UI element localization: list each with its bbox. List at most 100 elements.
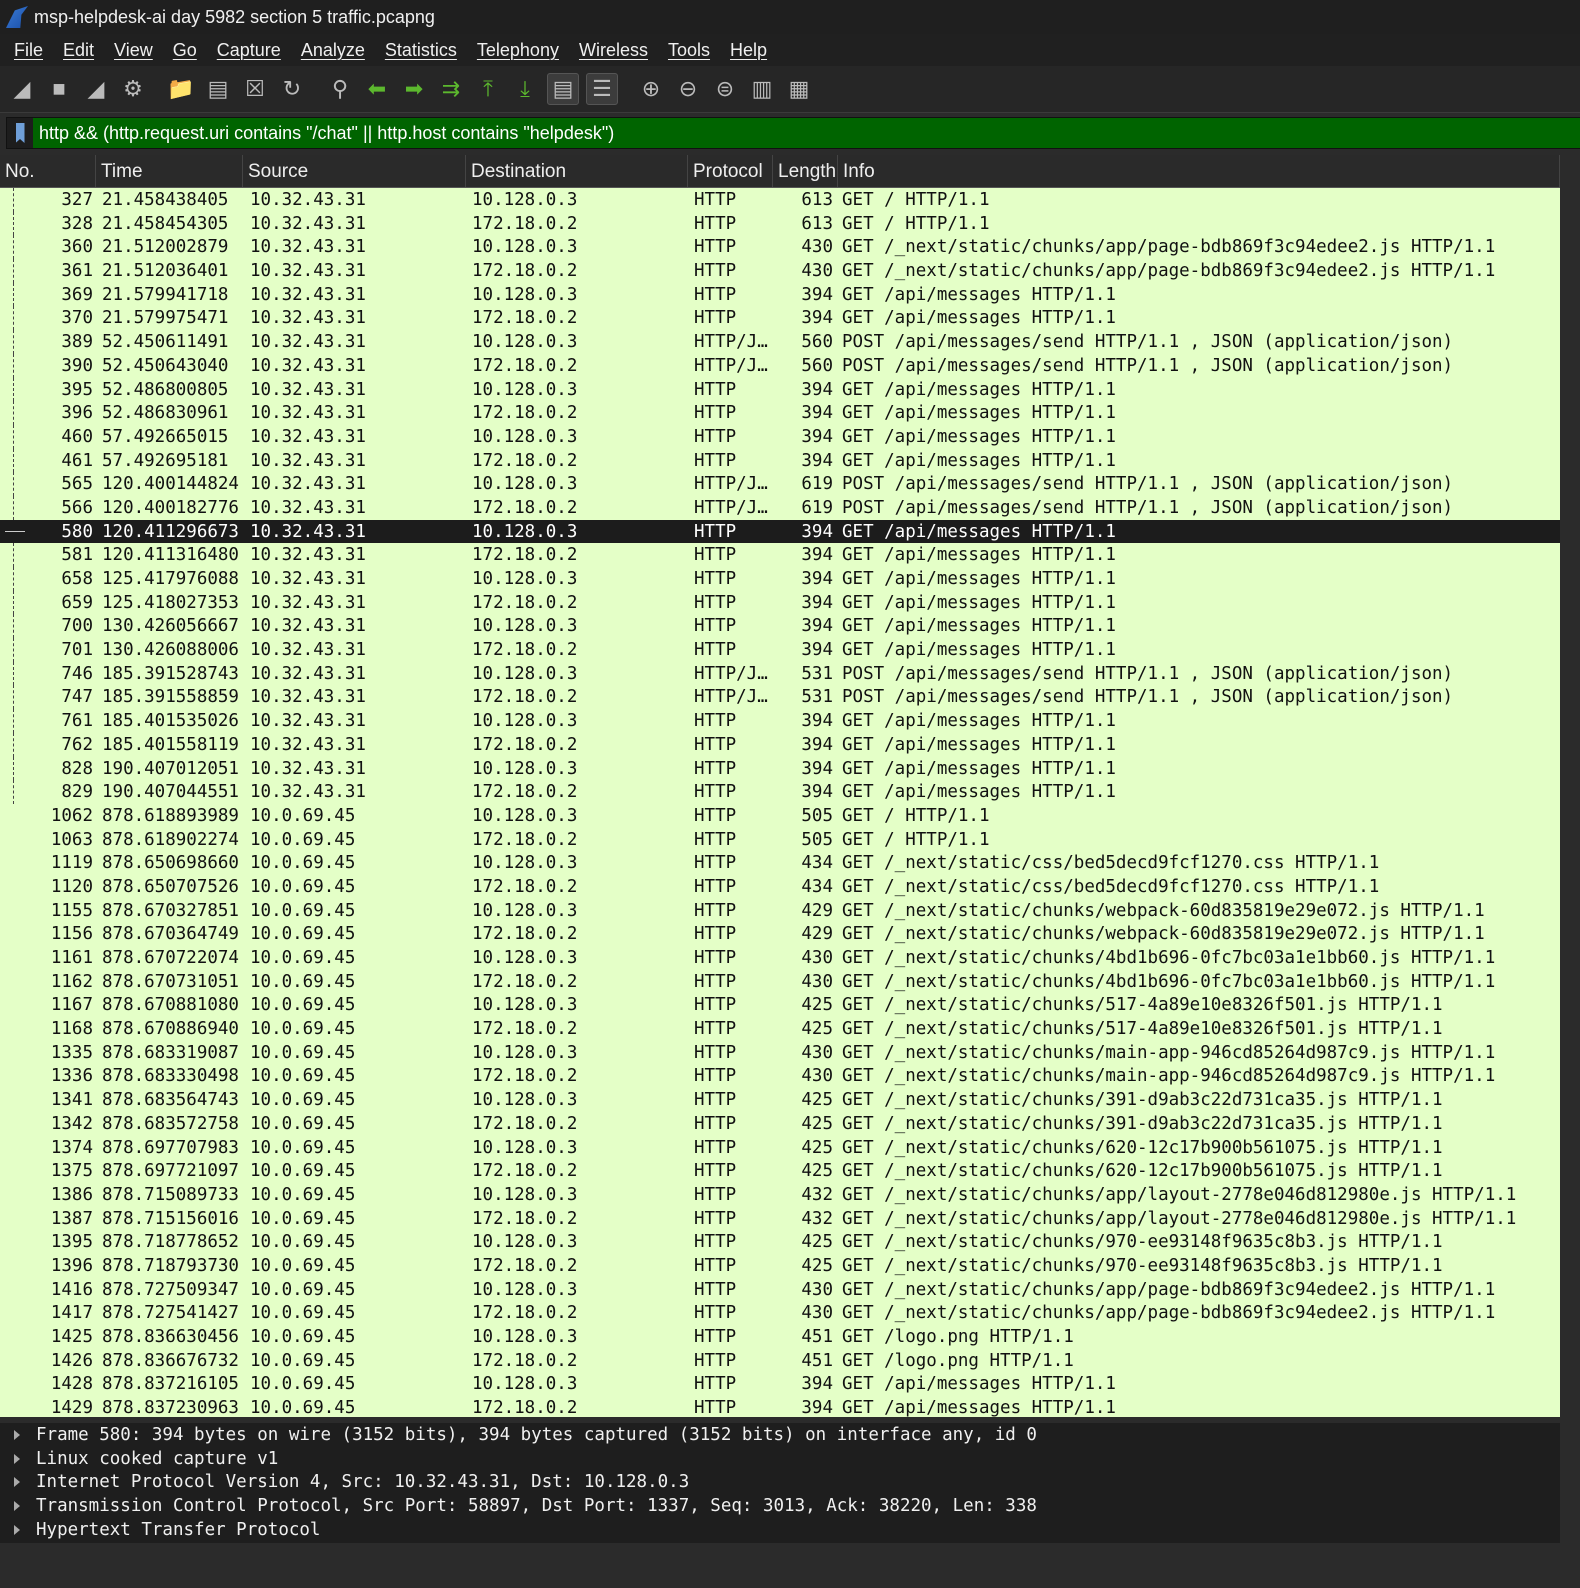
expand-arrow-icon[interactable] xyxy=(14,1500,20,1511)
column-header-time[interactable]: Time xyxy=(96,155,243,187)
expand-arrow-icon[interactable] xyxy=(14,1429,20,1440)
detail-tree-item[interactable]: Transmission Control Protocol, Src Port:… xyxy=(0,1494,1560,1518)
zoom-in-icon[interactable]: ⊕ xyxy=(636,74,666,104)
go-last-icon[interactable]: ⤓ xyxy=(510,74,540,104)
packet-row[interactable]: 828 190.407012051 10.32.43.31 10.128.0.3 HTT… xyxy=(0,756,1560,781)
find-packet-icon[interactable]: ⚲ xyxy=(325,74,355,104)
packet-row[interactable]: 1416 878.727509347 10.0.69.45 10.128.0.3 HTT… xyxy=(0,1278,1560,1302)
display-filter-input[interactable] xyxy=(33,118,1580,148)
expand-arrow-icon[interactable] xyxy=(14,1477,20,1488)
zoom-out-icon[interactable]: ⊖ xyxy=(673,74,703,104)
packet-row[interactable]: 566 120.400182776 10.32.43.31 172.18.0.2 HTT… xyxy=(0,495,1560,520)
open-file-icon[interactable]: 📁 xyxy=(166,74,196,104)
expand-arrow-icon[interactable] xyxy=(14,1453,20,1464)
packet-row[interactable]: 1387 878.715156016 10.0.69.45 172.18.0.2 HTT… xyxy=(0,1207,1560,1231)
menu-edit[interactable]: Edit xyxy=(63,40,94,61)
packet-row[interactable]: 1375 878.697721097 10.0.69.45 172.18.0.2 HTT… xyxy=(0,1159,1560,1183)
packet-row[interactable]: 395 52.486800805 10.32.43.31 10.128.0.3 HTTP… xyxy=(0,377,1560,402)
close-file-icon[interactable]: ☒ xyxy=(240,74,270,104)
menu-capture[interactable]: Capture xyxy=(217,40,281,61)
packet-row[interactable]: 1336 878.683330498 10.0.69.45 172.18.0.2 HTT… xyxy=(0,1064,1560,1088)
packet-row[interactable]: 1156 878.670364749 10.0.69.45 172.18.0.2 HTT… xyxy=(0,922,1560,946)
menu-statistics[interactable]: Statistics xyxy=(385,40,457,61)
packet-row[interactable]: 1341 878.683564743 10.0.69.45 10.128.0.3 HTT… xyxy=(0,1088,1560,1112)
packet-row[interactable]: 390 52.450643040 10.32.43.31 172.18.0.2 HTTP… xyxy=(0,353,1560,378)
reload-file-icon[interactable]: ↻ xyxy=(277,74,307,104)
go-to-packet-icon[interactable]: ⇉ xyxy=(436,74,466,104)
packet-list-scrollbar[interactable] xyxy=(1560,155,1580,1417)
packet-row[interactable]: 1417 878.727541427 10.0.69.45 172.18.0.2 HTT… xyxy=(0,1301,1560,1325)
packet-row[interactable]: 701 130.426088006 10.32.43.31 172.18.0.2 HTT… xyxy=(0,638,1560,662)
packet-row[interactable]: 361 21.512036401 10.32.43.31 172.18.0.2 HTTP… xyxy=(0,259,1560,283)
detail-tree-item[interactable]: Internet Protocol Version 4, Src: 10.32.… xyxy=(0,1470,1560,1494)
packet-row[interactable]: 328 21.458454305 10.32.43.31 172.18.0.2 HTTP… xyxy=(0,211,1560,236)
colorize-icon[interactable]: ☰ xyxy=(586,73,618,105)
packet-row[interactable]: 1395 878.718778652 10.0.69.45 10.128.0.3 HTT… xyxy=(0,1230,1560,1254)
packet-row[interactable]: 829 190.407044551 10.32.43.31 172.18.0.2 HTT… xyxy=(0,780,1560,804)
packet-row[interactable]: 327 21.458438405 10.32.43.31 10.128.0.3 HTTP… xyxy=(0,188,1560,212)
detail-tree-item[interactable]: Linux cooked capture v1 xyxy=(0,1447,1560,1471)
packet-row[interactable]: 1168 878.670886940 10.0.69.45 172.18.0.2 HTT… xyxy=(0,1017,1560,1041)
menu-file[interactable]: File xyxy=(14,40,43,61)
column-header-no[interactable]: No. xyxy=(0,155,96,187)
packet-row[interactable]: 460 57.492665015 10.32.43.31 10.128.0.3 HTTP… xyxy=(0,424,1560,449)
packet-row[interactable]: 1167 878.670881080 10.0.69.45 10.128.0.3 HTT… xyxy=(0,993,1560,1017)
packet-row[interactable]: 658 125.417976088 10.32.43.31 10.128.0.3 HTT… xyxy=(0,567,1560,591)
resize-columns-icon[interactable]: ▥ xyxy=(747,74,777,104)
packet-row[interactable]: 762 185.401558119 10.32.43.31 172.18.0.2 HTT… xyxy=(0,732,1560,757)
packet-row[interactable]: 659 125.418027353 10.32.43.31 172.18.0.2 HTT… xyxy=(0,590,1560,615)
packet-row[interactable]: 565 120.400144824 10.32.43.31 10.128.0.3 HTT… xyxy=(0,472,1560,496)
packet-row[interactable]: 1386 878.715089733 10.0.69.45 10.128.0.3 HTT… xyxy=(0,1183,1560,1207)
menu-wireless[interactable]: Wireless xyxy=(579,40,648,61)
start-capture-icon[interactable]: ◢ xyxy=(7,74,37,104)
menu-analyze[interactable]: Analyze xyxy=(301,40,365,61)
restart-capture-icon[interactable]: ◢ xyxy=(81,74,111,104)
packet-row[interactable]: 1429 878.837230963 10.0.69.45 172.18.0.2 HTT… xyxy=(0,1396,1560,1417)
menu-go[interactable]: Go xyxy=(173,40,197,61)
packet-row[interactable]: 461 57.492695181 10.32.43.31 172.18.0.2 HTTP… xyxy=(0,448,1560,473)
save-file-icon[interactable]: ▤ xyxy=(203,74,233,104)
packet-row[interactable]: 580 120.411296673 10.32.43.31 10.128.0.3 HTT… xyxy=(0,519,1560,544)
go-back-icon[interactable]: ⬅ xyxy=(362,74,392,104)
packet-row[interactable]: 1374 878.697707983 10.0.69.45 10.128.0.3 HTT… xyxy=(0,1136,1560,1160)
auto-scroll-icon[interactable]: ▤ xyxy=(547,73,579,105)
stop-capture-icon[interactable]: ■ xyxy=(44,74,74,104)
menu-view[interactable]: View xyxy=(114,40,153,61)
column-header-protocol[interactable]: Protocol xyxy=(688,155,773,187)
expand-arrow-icon[interactable] xyxy=(14,1524,20,1535)
column-header-destination[interactable]: Destination xyxy=(466,155,688,187)
packet-row[interactable]: 1155 878.670327851 10.0.69.45 10.128.0.3 HTT… xyxy=(0,899,1560,923)
packet-row[interactable]: 761 185.401535026 10.32.43.31 10.128.0.3 HTT… xyxy=(0,709,1560,733)
packet-row[interactable]: 1342 878.683572758 10.0.69.45 172.18.0.2 HTT… xyxy=(0,1112,1560,1136)
column-header-length[interactable]: Length xyxy=(773,155,838,187)
packet-row[interactable]: 747 185.391558859 10.32.43.31 172.18.0.2 HTT… xyxy=(0,685,1560,710)
layout-icon[interactable]: ▦ xyxy=(784,74,814,104)
packet-row[interactable]: 389 52.450611491 10.32.43.31 10.128.0.3 HTTP… xyxy=(0,330,1560,354)
packet-row[interactable]: 700 130.426056667 10.32.43.31 10.128.0.3 HTT… xyxy=(0,614,1560,639)
packet-row[interactable]: 1426 878.836676732 10.0.69.45 172.18.0.2 HTT… xyxy=(0,1349,1560,1373)
packet-row[interactable]: 1120 878.650707526 10.0.69.45 172.18.0.2 HTT… xyxy=(0,875,1560,899)
go-forward-icon[interactable]: ➡ xyxy=(399,74,429,104)
packet-row[interactable]: 746 185.391528743 10.32.43.31 10.128.0.3 HTT… xyxy=(0,661,1560,686)
go-first-icon[interactable]: ⤒ xyxy=(473,74,503,104)
packet-row[interactable]: 1162 878.670731051 10.0.69.45 172.18.0.2 HTT… xyxy=(0,970,1560,994)
packet-row[interactable]: 396 52.486830961 10.32.43.31 172.18.0.2 HTTP… xyxy=(0,401,1560,425)
detail-tree-item[interactable]: Hypertext Transfer Protocol xyxy=(0,1518,1560,1542)
column-header-source[interactable]: Source xyxy=(243,155,466,187)
packet-row[interactable]: 1063 878.618902274 10.0.69.45 172.18.0.2 HTT… xyxy=(0,828,1560,852)
detail-tree-item[interactable]: Frame 580: 394 bytes on wire (3152 bits)… xyxy=(0,1423,1560,1447)
packet-row[interactable]: 1062 878.618893989 10.0.69.45 10.128.0.3 HTT… xyxy=(0,804,1560,828)
filter-bookmark-icon[interactable] xyxy=(7,118,33,148)
packet-row[interactable]: 1428 878.837216105 10.0.69.45 10.128.0.3 HTT… xyxy=(0,1372,1560,1396)
zoom-normal-icon[interactable]: ⊜ xyxy=(710,74,740,104)
menu-tools[interactable]: Tools xyxy=(668,40,710,61)
packet-row[interactable]: 581 120.411316480 10.32.43.31 172.18.0.2 HTT… xyxy=(0,543,1560,567)
menu-help[interactable]: Help xyxy=(730,40,767,61)
capture-options-icon[interactable]: ⚙ xyxy=(118,74,148,104)
packet-row[interactable]: 360 21.512002879 10.32.43.31 10.128.0.3 HTTP… xyxy=(0,235,1560,260)
packet-row[interactable]: 369 21.579941718 10.32.43.31 10.128.0.3 HTTP… xyxy=(0,282,1560,307)
column-header-info[interactable]: Info xyxy=(838,155,1560,187)
packet-row[interactable]: 1425 878.836630456 10.0.69.45 10.128.0.3 HTT… xyxy=(0,1325,1560,1349)
menu-telephony[interactable]: Telephony xyxy=(477,40,559,61)
packet-row[interactable]: 370 21.579975471 10.32.43.31 172.18.0.2 HTTP… xyxy=(0,306,1560,331)
